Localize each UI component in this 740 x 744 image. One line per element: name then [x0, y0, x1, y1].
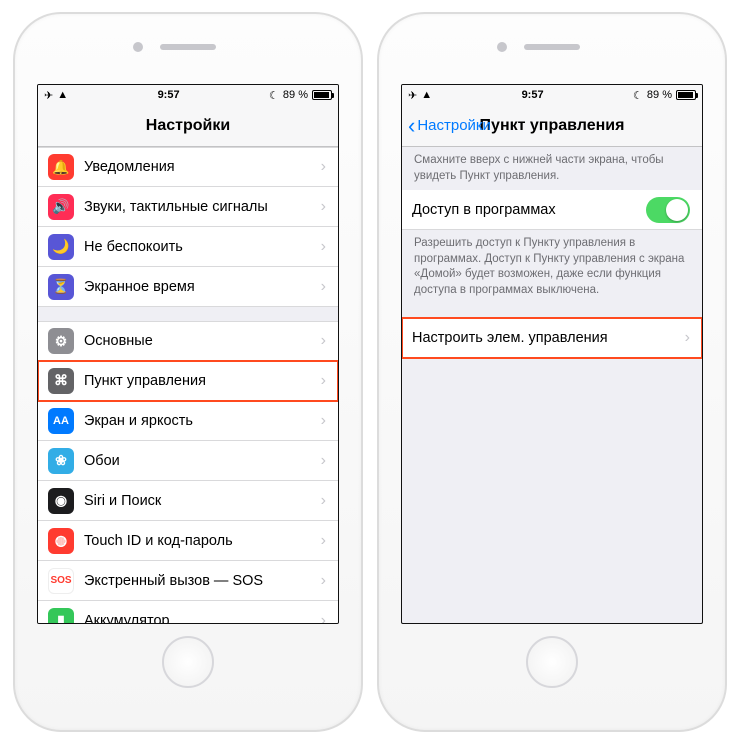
camera-dot: [133, 42, 143, 52]
airplane-icon: ✈︎: [408, 89, 417, 102]
phone-bezel-top: [379, 14, 725, 84]
battery-text: 89 %: [647, 89, 672, 101]
screen-left: ✈︎ ▲ 9:57 ☾ 89 % Настройки 🔔 Уведомления ›…: [37, 84, 339, 624]
wifi-icon: ▲: [421, 89, 432, 101]
row-dnd[interactable]: 🌙 Не беспокоить ›: [38, 227, 338, 267]
row-label: Аккумулятор: [84, 613, 311, 624]
chevron-right-icon: ›: [321, 452, 326, 470]
row-label: Touch ID и код-пароль: [84, 533, 311, 549]
airplane-icon: ✈︎: [44, 89, 53, 102]
display-icon: AA: [48, 408, 74, 434]
speaker-slot: [524, 44, 580, 50]
control-center-settings[interactable]: Смахните вверх с нижней части экрана, чт…: [402, 147, 702, 623]
chevron-right-icon: ›: [685, 329, 690, 347]
phone-right: ✈︎ ▲ 9:57 ☾ 89 % ‹ Настройки Пункт управ…: [377, 12, 727, 732]
siri-icon: ◉: [48, 488, 74, 514]
home-button[interactable]: [526, 636, 578, 688]
chevron-right-icon: ›: [321, 612, 326, 624]
phone-bezel-top: [15, 14, 361, 84]
chevron-right-icon: ›: [321, 572, 326, 590]
row-sounds[interactable]: 🔊 Звуки, тактильные сигналы ›: [38, 187, 338, 227]
row-notifications[interactable]: 🔔 Уведомления ›: [38, 147, 338, 187]
row-wallpaper[interactable]: ❀ Обои ›: [38, 441, 338, 481]
row-customize-controls[interactable]: Настроить элем. управления ›: [402, 318, 702, 358]
status-time: 9:57: [158, 89, 180, 101]
row-access-in-apps[interactable]: Доступ в программах: [402, 190, 702, 230]
general-icon: ⚙: [48, 328, 74, 354]
row-label: Экран и яркость: [84, 413, 311, 429]
notifications-icon: 🔔: [48, 154, 74, 180]
row-label: Обои: [84, 453, 311, 469]
speaker-slot: [160, 44, 216, 50]
battery-icon: ▮: [48, 608, 74, 624]
home-button[interactable]: [162, 636, 214, 688]
nav-bar: ‹ Настройки Пункт управления: [402, 105, 702, 147]
dnd-moon-icon: ☾: [269, 89, 279, 102]
row-label: Основные: [84, 333, 311, 349]
control-center-icon: ⌘: [48, 368, 74, 394]
chevron-right-icon: ›: [321, 238, 326, 256]
battery-icon: [312, 90, 332, 100]
row-label: Экранное время: [84, 279, 311, 295]
status-time: 9:57: [522, 89, 544, 101]
row-label: Не беспокоить: [84, 239, 311, 255]
page-title: Пункт управления: [480, 117, 625, 135]
chevron-right-icon: ›: [321, 412, 326, 430]
nav-bar: Настройки: [38, 105, 338, 147]
row-sos[interactable]: SOS Экстренный вызов — SOS ›: [38, 561, 338, 601]
back-label: Настройки: [417, 117, 491, 134]
row-label: Уведомления: [84, 159, 311, 175]
row-display[interactable]: AA Экран и яркость ›: [38, 401, 338, 441]
chevron-right-icon: ›: [321, 372, 326, 390]
wallpaper-icon: ❀: [48, 448, 74, 474]
hint-top: Смахните вверх с нижней части экрана, чт…: [402, 147, 702, 190]
row-label: Пункт управления: [84, 373, 311, 389]
chevron-right-icon: ›: [321, 532, 326, 550]
chevron-right-icon: ›: [321, 158, 326, 176]
touchid-icon: ◍: [48, 528, 74, 554]
row-siri[interactable]: ◉ Siri и Поиск ›: [38, 481, 338, 521]
wifi-icon: ▲: [57, 89, 68, 101]
row-label: Настроить элем. управления: [412, 330, 675, 346]
hint-mid: Разрешить доступ к Пункту управления в п…: [402, 230, 702, 304]
chevron-right-icon: ›: [321, 332, 326, 350]
screen-right: ✈︎ ▲ 9:57 ☾ 89 % ‹ Настройки Пункт управ…: [401, 84, 703, 624]
status-bar: ✈︎ ▲ 9:57 ☾ 89 %: [38, 85, 338, 105]
row-screen-time[interactable]: ⏳ Экранное время ›: [38, 267, 338, 307]
chevron-right-icon: ›: [321, 492, 326, 510]
row-label: Доступ в программах: [412, 202, 636, 218]
phone-left: ✈︎ ▲ 9:57 ☾ 89 % Настройки 🔔 Уведомления ›…: [13, 12, 363, 732]
row-control-center[interactable]: ⌘ Пункт управления ›: [38, 361, 338, 401]
row-label: Звуки, тактильные сигналы: [84, 199, 311, 215]
chevron-right-icon: ›: [321, 278, 326, 296]
toggle-access-in-apps[interactable]: [646, 197, 690, 223]
dnd-icon: 🌙: [48, 234, 74, 260]
row-label: Экстренный вызов — SOS: [84, 573, 311, 589]
chevron-right-icon: ›: [321, 198, 326, 216]
row-label: Siri и Поиск: [84, 493, 311, 509]
page-title: Настройки: [146, 117, 230, 135]
row-touchid[interactable]: ◍ Touch ID и код-пароль ›: [38, 521, 338, 561]
battery-icon: [676, 90, 696, 100]
battery-text: 89 %: [283, 89, 308, 101]
settings-list[interactable]: 🔔 Уведомления › 🔊 Звуки, тактильные сигналы ›…: [38, 147, 338, 623]
chevron-left-icon: ‹: [408, 115, 415, 137]
sos-icon: SOS: [48, 568, 74, 594]
sounds-icon: 🔊: [48, 194, 74, 220]
back-button[interactable]: ‹ Настройки: [408, 105, 491, 146]
dnd-moon-icon: ☾: [633, 89, 643, 102]
status-bar: ✈︎ ▲ 9:57 ☾ 89 %: [402, 85, 702, 105]
row-general[interactable]: ⚙ Основные ›: [38, 321, 338, 361]
screen-time-icon: ⏳: [48, 274, 74, 300]
row-battery[interactable]: ▮ Аккумулятор ›: [38, 601, 338, 623]
camera-dot: [497, 42, 507, 52]
